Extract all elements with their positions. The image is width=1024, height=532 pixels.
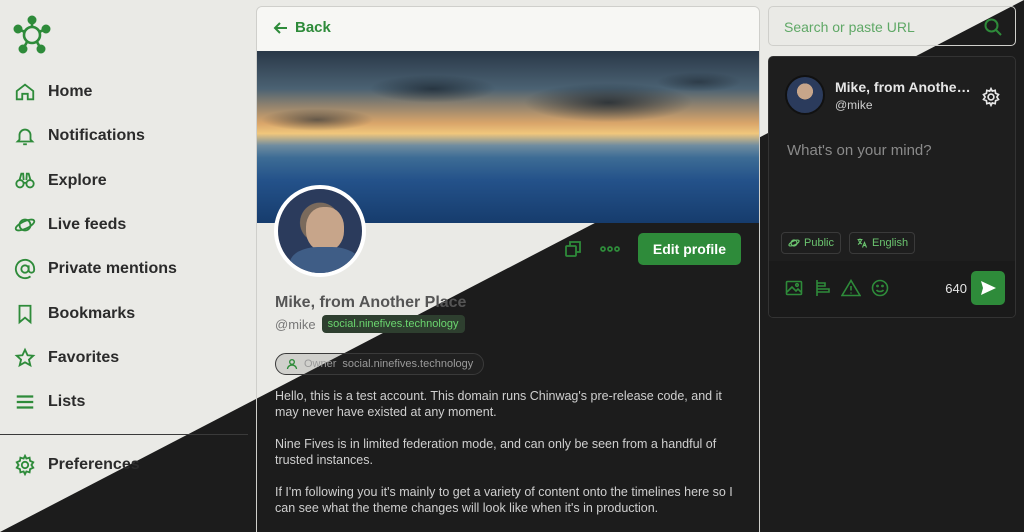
star-icon bbox=[14, 347, 36, 368]
sidebar-item-lists[interactable]: Lists bbox=[14, 387, 85, 417]
bio-paragraph: Nine Fives is in limited federation mode… bbox=[275, 437, 717, 467]
composer-handle: @mike bbox=[835, 98, 873, 112]
sidebar-item-notifications[interactable]: Notifications bbox=[14, 121, 145, 151]
avatar[interactable] bbox=[785, 75, 825, 115]
profile-handle-row: @mike social.ninefives.technology bbox=[275, 315, 465, 333]
sidebar-item-label: Private mentions bbox=[48, 260, 177, 277]
gear-icon[interactable] bbox=[981, 87, 1001, 107]
sidebar-item-label: Lists bbox=[48, 393, 86, 410]
role-label: Owner bbox=[304, 358, 337, 370]
sidebar-item-bookmarks[interactable]: Bookmarks bbox=[14, 299, 135, 329]
search-placeholder: Search or paste URL bbox=[784, 19, 915, 35]
poll-icon[interactable] bbox=[815, 279, 833, 297]
profile-avatar[interactable] bbox=[274, 185, 366, 277]
profile-domain-badge[interactable]: social.ninefives.technology bbox=[321, 315, 465, 333]
composer-display-name: Mike, from Another Place bbox=[835, 79, 975, 95]
bio-paragraph: If I'm following you it's mainly to get … bbox=[275, 485, 733, 515]
profile-bio: Hello, this is a test account. This doma… bbox=[275, 388, 745, 532]
binoculars-icon bbox=[15, 172, 35, 189]
search-icon[interactable] bbox=[983, 17, 1003, 37]
visibility-label: Public bbox=[804, 237, 834, 249]
sidebar-item-label: Notifications bbox=[48, 127, 145, 144]
list-icon bbox=[16, 395, 34, 409]
language-select[interactable]: English bbox=[849, 232, 916, 254]
sidebar-item-label: Preferences bbox=[48, 456, 140, 473]
app-logo-icon[interactable] bbox=[12, 15, 52, 55]
back-label: Back bbox=[295, 19, 331, 36]
bookmark-icon bbox=[18, 304, 32, 325]
sidebar-item-live-feeds[interactable]: Live feeds bbox=[14, 210, 126, 240]
sidebar-item-label: Home bbox=[48, 83, 93, 100]
arrow-left-icon bbox=[273, 21, 287, 34]
at-icon bbox=[14, 258, 36, 280]
gear-icon bbox=[15, 454, 35, 476]
planet-icon bbox=[788, 239, 800, 247]
sidebar-item-explore[interactable]: Explore bbox=[14, 166, 107, 196]
back-button[interactable]: Back bbox=[273, 19, 331, 36]
profile-header-bar: Back bbox=[257, 7, 759, 51]
sidebar-item-label: Bookmarks bbox=[48, 305, 136, 322]
copy-link-icon[interactable] bbox=[564, 240, 582, 258]
compose-textarea[interactable]: What's on your mind? bbox=[787, 142, 932, 159]
profile-display-name: Mike, from Another Place bbox=[275, 294, 467, 311]
bio-paragraph: Hello, this is a test account. This doma… bbox=[275, 389, 722, 419]
sidebar-item-preferences[interactable]: Preferences bbox=[14, 450, 140, 480]
sidebar-item-favorites[interactable]: Favorites bbox=[14, 343, 119, 373]
translate-icon bbox=[857, 238, 868, 248]
planet-icon bbox=[14, 218, 36, 232]
profile-actions: Edit profile bbox=[564, 233, 741, 265]
role-badge: Owner social.ninefives.technology bbox=[275, 353, 485, 375]
bell-icon bbox=[15, 128, 35, 146]
sidebar-item-label: Explore bbox=[48, 172, 107, 189]
language-label: English bbox=[872, 237, 909, 249]
search-input[interactable]: Search or paste URL bbox=[768, 6, 1016, 46]
sidebar-item-label: Live feeds bbox=[48, 216, 127, 233]
send-icon bbox=[981, 281, 996, 295]
compose-toolbar: 640 bbox=[769, 261, 1015, 317]
image-icon[interactable] bbox=[785, 279, 803, 297]
emoji-icon[interactable] bbox=[871, 279, 889, 297]
home-icon bbox=[15, 83, 35, 101]
more-options-icon[interactable] bbox=[599, 245, 620, 253]
send-button[interactable] bbox=[971, 271, 1005, 305]
warning-icon[interactable] bbox=[841, 279, 861, 297]
role-domain: social.ninefives.technology bbox=[342, 358, 474, 370]
visibility-select[interactable]: Public bbox=[781, 232, 841, 254]
edit-profile-button[interactable]: Edit profile bbox=[637, 233, 741, 265]
sidebar-item-label: Favorites bbox=[48, 349, 120, 366]
sidebar-item-private-mentions[interactable]: Private mentions bbox=[14, 254, 177, 284]
compose-box: Mike, from Another Place @mike What's on… bbox=[768, 56, 1016, 318]
sidebar-divider bbox=[0, 434, 248, 435]
profile-handle: @mike bbox=[275, 316, 316, 332]
character-counter: 640 bbox=[945, 281, 967, 296]
profile-card: Back Edit profile Mike, from Another Pla… bbox=[256, 6, 760, 532]
user-icon bbox=[286, 359, 298, 370]
sidebar-item-home[interactable]: Home bbox=[14, 77, 92, 107]
